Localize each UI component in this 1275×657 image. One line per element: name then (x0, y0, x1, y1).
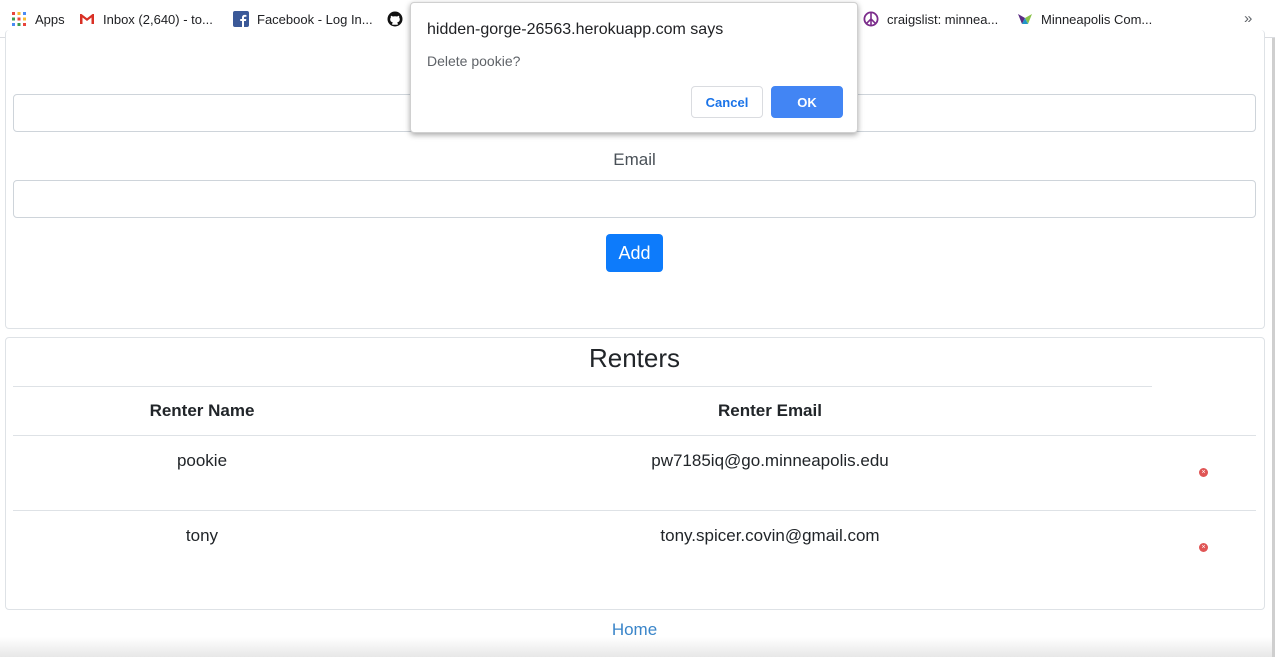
gmail-icon (79, 11, 95, 27)
confirm-dialog: hidden-gorge-26563.herokuapp.com says De… (410, 2, 858, 133)
row-divider (13, 510, 1256, 511)
bookmark-minneapolis-label: Minneapolis Com... (1041, 11, 1153, 27)
renter-email-cell: pw7185iq@go.minneapolis.edu (651, 451, 889, 470)
renter-name-cell: pookie (176, 451, 228, 470)
bookmark-gmail-label: Inbox (2,640) - to... (103, 11, 213, 27)
renters-heading: Renters (588, 343, 681, 373)
bookmark-github[interactable] (387, 11, 411, 27)
email-input[interactable] (13, 180, 1256, 218)
dialog-message: Delete pookie? (427, 53, 521, 69)
dialog-cancel-button[interactable]: Cancel (691, 86, 763, 118)
bookmark-craigslist[interactable]: craigslist: minnea... (863, 11, 998, 27)
github-icon (387, 11, 403, 27)
bottom-shadow (0, 637, 1275, 657)
delete-renter-button[interactable]: × (1199, 468, 1208, 477)
email-label: Email (613, 150, 656, 169)
close-icon: × (1201, 544, 1206, 551)
bookmark-facebook[interactable]: Facebook - Log In... (233, 11, 373, 27)
close-icon: × (1201, 469, 1206, 476)
column-header-renter-name: Renter Name (149, 401, 255, 420)
bookmark-apps[interactable]: Apps (11, 11, 65, 27)
facebook-icon (233, 11, 249, 27)
add-button[interactable]: Add (606, 234, 663, 272)
bookmark-gmail[interactable]: Inbox (2,640) - to... (79, 11, 213, 27)
renter-name-cell: tony (185, 526, 219, 545)
bookmark-craigslist-label: craigslist: minnea... (887, 11, 999, 27)
column-header-renter-email: Renter Email (718, 401, 822, 420)
delete-renter-button[interactable]: × (1199, 543, 1208, 552)
dialog-title: hidden-gorge-26563.herokuapp.com says (427, 21, 724, 38)
peace-sign-icon (863, 11, 879, 27)
dialog-ok-button[interactable]: OK (771, 86, 843, 118)
renters-card (5, 337, 1265, 610)
header-divider (13, 435, 1256, 436)
bookmark-facebook-label: Facebook - Log In... (257, 11, 373, 27)
bookmark-minneapolis[interactable]: Minneapolis Com... (1017, 11, 1152, 27)
apps-grid-icon (11, 11, 27, 27)
heading-divider (13, 386, 1152, 387)
bookmark-apps-label: Apps (35, 11, 65, 27)
renter-email-cell: tony.spicer.covin@gmail.com (660, 526, 880, 545)
minneapolis-college-icon (1017, 11, 1033, 27)
bookmarks-overflow-chevron-icon[interactable]: » (1244, 10, 1252, 27)
